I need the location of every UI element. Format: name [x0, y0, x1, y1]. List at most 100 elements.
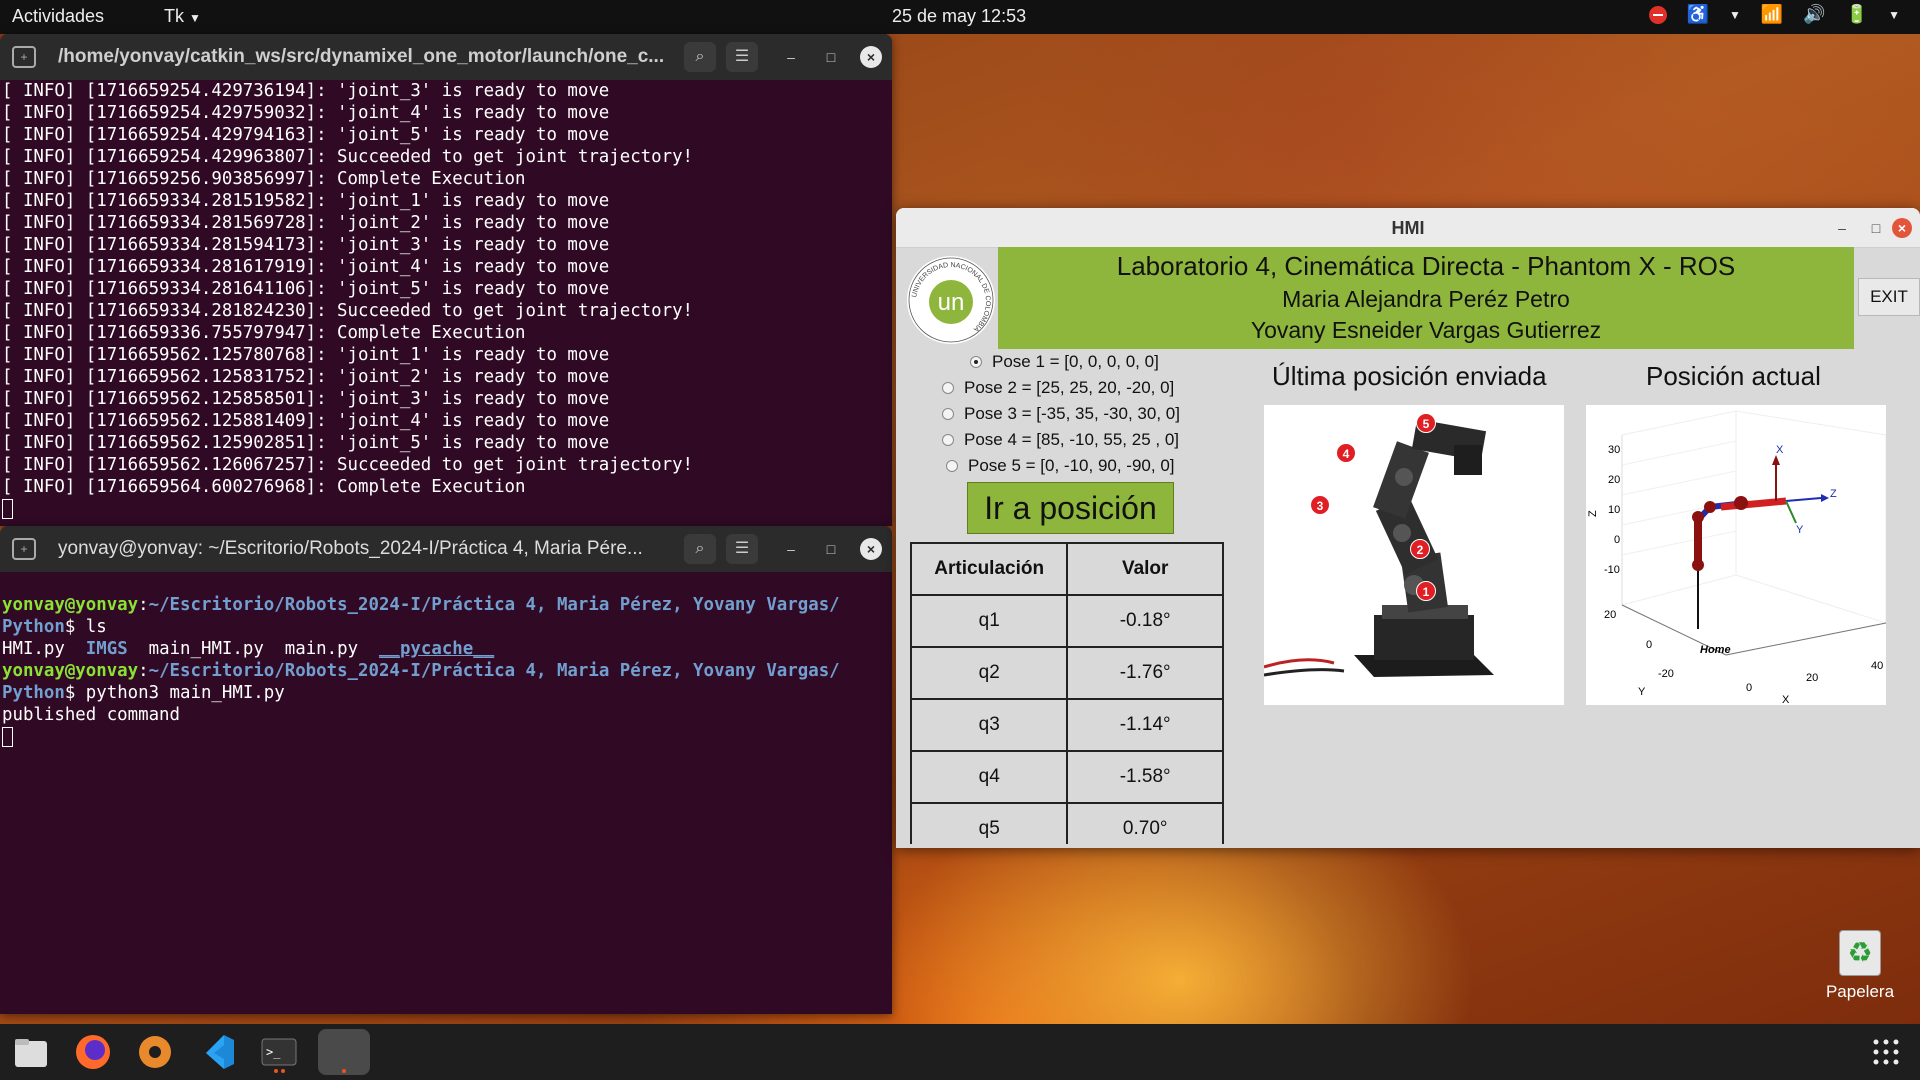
- joint-value: -0.18°: [1066, 594, 1224, 648]
- radio-icon[interactable]: [942, 382, 954, 394]
- column-header: Articulación: [910, 542, 1069, 596]
- joint-name: q1: [910, 594, 1069, 648]
- running-indicator: [342, 1069, 346, 1073]
- hmi-title: HMI: [1391, 218, 1425, 238]
- close-icon[interactable]: ×: [860, 46, 882, 68]
- ls-dir: IMGS: [85, 639, 128, 659]
- terminal-window-python[interactable]: + yonvay@yonvay: ~/Escritorio/Robots_202…: [0, 526, 892, 1014]
- exit-button[interactable]: EXIT: [1858, 278, 1920, 316]
- ls-file: main.py: [284, 639, 359, 659]
- radio-icon[interactable]: [946, 460, 958, 472]
- joint-name: q2: [910, 646, 1069, 700]
- firefox-app-icon[interactable]: [70, 1029, 116, 1075]
- y-tick: 20: [1604, 609, 1616, 621]
- ls-file: main_HMI.py: [148, 639, 264, 659]
- radio-icon[interactable]: [942, 408, 954, 420]
- x-tick: 40: [1871, 660, 1883, 672]
- recycle-icon: ♻: [1839, 930, 1881, 976]
- volume-icon[interactable]: 🔊: [1803, 4, 1825, 25]
- author-2: Yovany Esneider Vargas Gutierrez: [1250, 317, 1602, 343]
- frame-z-label: Z: [1830, 488, 1837, 500]
- chevron-down-icon: ▼: [1728, 7, 1741, 22]
- robot-image: 5 4 3 2 1: [1263, 405, 1564, 705]
- pose-radio-1[interactable]: Pose 1 = [0, 0, 0, 0, 0]: [970, 352, 1159, 372]
- vscode-app-icon[interactable]: [194, 1029, 240, 1075]
- close-icon[interactable]: ×: [860, 538, 882, 560]
- terminal-header[interactable]: + /home/yonvay/catkin_ws/src/dynamixel_o…: [0, 34, 892, 80]
- joint-name: q4: [910, 750, 1069, 804]
- log-line: [ INFO] [1716659562.125902851]: 'joint_5…: [2, 433, 610, 453]
- terminal-header[interactable]: + yonvay@yonvay: ~/Escritorio/Robots_202…: [0, 526, 892, 572]
- joint-badge-4: 4: [1336, 443, 1356, 463]
- pose-radio-2[interactable]: Pose 2 = [25, 25, 20, -20, 0]: [942, 378, 1174, 398]
- terminal-output[interactable]: [ INFO] [1716659254.429736194]: 'joint_3…: [0, 80, 892, 520]
- log-line: [ INFO] [1716659334.281569728]: 'joint_2…: [2, 213, 610, 233]
- radio-icon[interactable]: [942, 434, 954, 446]
- show-apps-icon[interactable]: [1872, 1038, 1900, 1066]
- svg-text:>_: >_: [266, 1045, 281, 1059]
- joint-badge-2: 2: [1410, 539, 1430, 559]
- tk-app-icon[interactable]: [318, 1029, 370, 1075]
- prompt-path: ~/Escritorio/Robots_2024-I/Práctica 4, M…: [148, 595, 840, 615]
- prompt-path-cont: Python: [2, 683, 65, 703]
- menu-icon[interactable]: ☰: [726, 534, 758, 564]
- files-app-icon[interactable]: [8, 1029, 54, 1075]
- log-line: [ INFO] [1716659334.281519582]: 'joint_1…: [2, 191, 610, 211]
- pose-radio-3[interactable]: Pose 3 = [-35, 35, -30, 30, 0]: [942, 404, 1180, 424]
- minimize-icon[interactable]: –: [780, 538, 802, 560]
- go-to-position-button[interactable]: Ir a posición: [967, 482, 1174, 534]
- trash-desktop-icon[interactable]: ♻ Papelera: [1810, 930, 1910, 1002]
- close-icon[interactable]: ×: [1892, 218, 1912, 238]
- minimize-icon[interactable]: –: [780, 46, 802, 68]
- y-tick: -20: [1658, 668, 1674, 680]
- clock[interactable]: 25 de may 12:53: [892, 6, 1026, 27]
- trash-label: Papelera: [1825, 982, 1895, 1001]
- running-indicator: [281, 1069, 285, 1073]
- z-tick: 20: [1608, 474, 1620, 486]
- maximize-icon[interactable]: □: [820, 538, 842, 560]
- prompt-user: yonvay@yonvay: [2, 595, 139, 615]
- pose-radio-5[interactable]: Pose 5 = [0, -10, 90, -90, 0]: [946, 456, 1175, 476]
- menu-icon[interactable]: ☰: [726, 42, 758, 72]
- joint-badge-5: 5: [1416, 413, 1436, 433]
- hmi-window[interactable]: HMI – □ × un UNIVERSIDAD NACIONAL DE COL…: [896, 208, 1920, 848]
- z-axis-label: Z: [1587, 510, 1599, 517]
- settings-app-icon[interactable]: [132, 1029, 178, 1075]
- logo-text: un: [938, 289, 965, 316]
- terminal-output[interactable]: yonvay@yonvay:~/Escritorio/Robots_2024-I…: [0, 572, 892, 748]
- activities-button[interactable]: Actividades: [12, 6, 104, 27]
- joint-name: q5: [910, 802, 1069, 844]
- search-icon[interactable]: ⌕: [684, 42, 716, 72]
- hmi-titlebar[interactable]: HMI – □ ×: [896, 208, 1920, 248]
- joint-values-table: Articulación Valor q1 -0.18° q2 -1.76° q…: [910, 542, 1224, 844]
- frame-x-label: X: [1776, 444, 1784, 456]
- radio-selected-icon[interactable]: [970, 356, 982, 368]
- column-header: Valor: [1066, 542, 1224, 596]
- chevron-down-icon: ▼: [189, 11, 201, 25]
- app-menu[interactable]: Tk ▼: [164, 6, 201, 27]
- battery-icon[interactable]: 🔋: [1846, 4, 1868, 25]
- terminal-app-icon[interactable]: >_: [256, 1029, 302, 1075]
- accessibility-icon[interactable]: ♿: [1687, 4, 1709, 25]
- wifi-icon[interactable]: 📶: [1761, 4, 1783, 25]
- maximize-icon[interactable]: □: [1866, 218, 1886, 238]
- header-banner: Laboratorio 4, Cinemática Directa - Phan…: [998, 247, 1854, 349]
- command-text: ls: [85, 617, 107, 637]
- terminal-window-ros[interactable]: + /home/yonvay/catkin_ws/src/dynamixel_o…: [0, 34, 892, 526]
- current-position-plot: 30 20 10 0 -10 Z 20 0 -20 Y 0 20 40 X X …: [1586, 405, 1887, 706]
- search-icon[interactable]: ⌕: [684, 534, 716, 564]
- log-line: [ INFO] [1716659334.281824230]: Succeede…: [2, 301, 694, 321]
- maximize-icon[interactable]: □: [820, 46, 842, 68]
- new-tab-icon[interactable]: +: [12, 46, 36, 68]
- log-line: [ INFO] [1716659254.429759032]: 'joint_4…: [2, 103, 610, 123]
- log-line: [ INFO] [1716659562.125881409]: 'joint_4…: [2, 411, 610, 431]
- new-tab-icon[interactable]: +: [12, 538, 36, 560]
- table-row: q5 0.70°: [910, 802, 1224, 844]
- do-not-disturb-icon[interactable]: [1648, 5, 1667, 24]
- y-tick: 0: [1646, 639, 1652, 651]
- pose-radio-4[interactable]: Pose 4 = [85, -10, 55, 25 , 0]: [942, 430, 1179, 450]
- dock: >_: [0, 1024, 1920, 1080]
- system-tray[interactable]: ♿ ▼ 📶 🔊 🔋 ▼: [1648, 4, 1900, 25]
- minimize-icon[interactable]: –: [1832, 218, 1852, 238]
- ls-file: HMI.py: [2, 639, 65, 659]
